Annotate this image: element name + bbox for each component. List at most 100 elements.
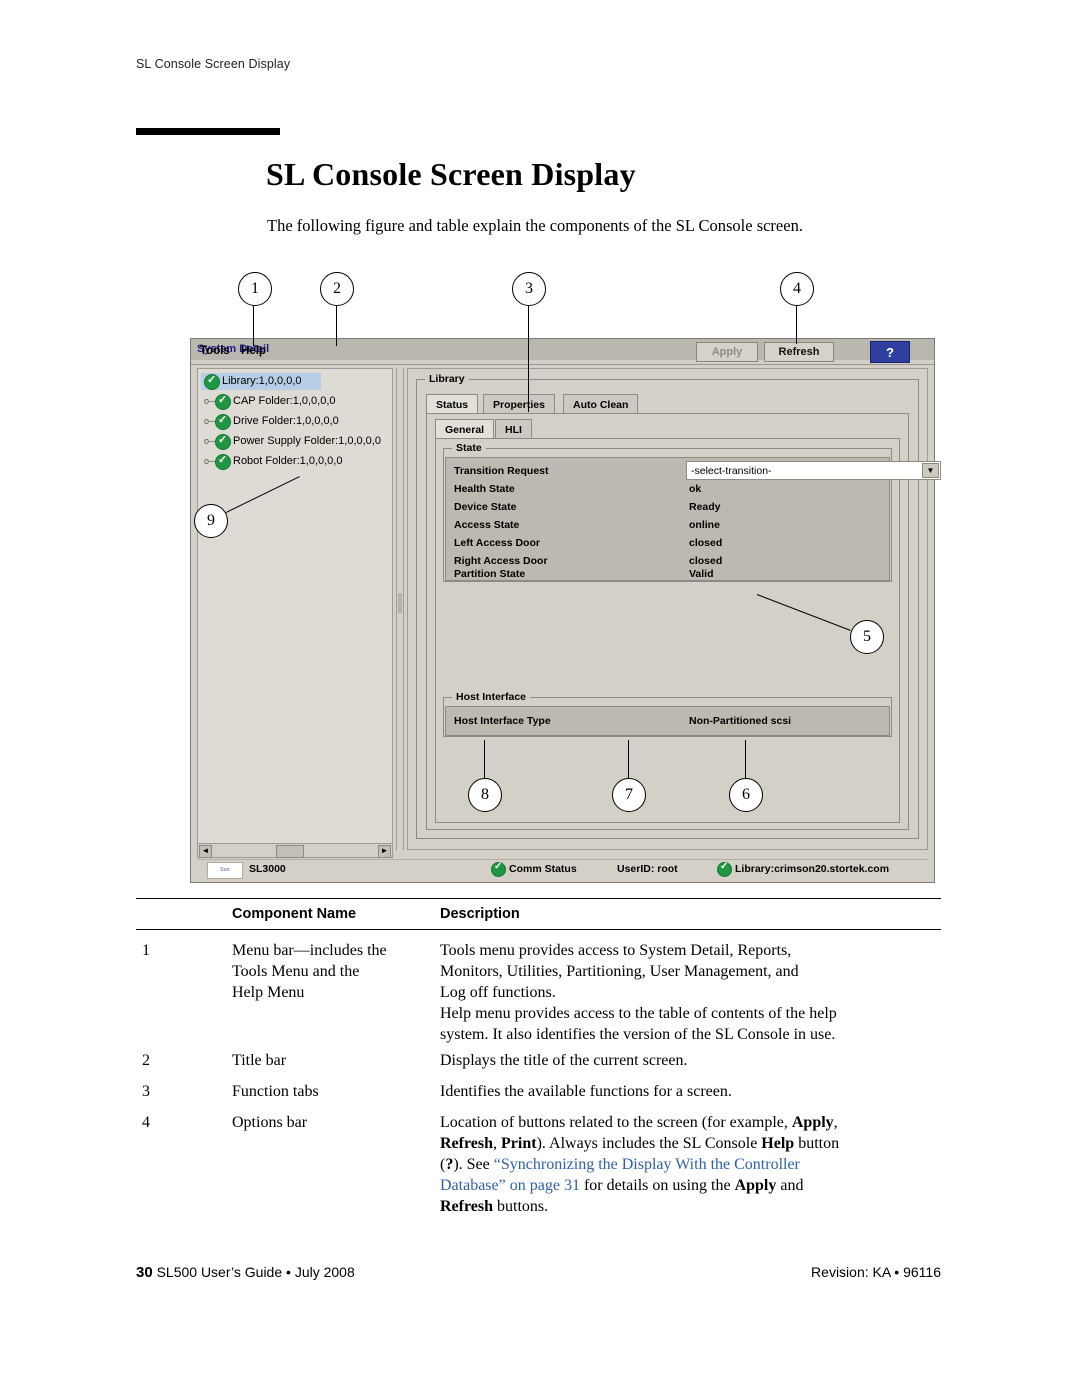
device-tree[interactable]: Library:1,0,0,0,0 o─ CAP Folder:1,0,0,0,… bbox=[197, 368, 393, 850]
state-group-title: State bbox=[452, 442, 486, 454]
callout-1-leader bbox=[253, 304, 255, 346]
sun-logo: Sun bbox=[207, 862, 243, 879]
callout-2-leader bbox=[336, 304, 338, 346]
table-row: 4 Options bar Location of buttons relate… bbox=[136, 1112, 941, 1222]
callout-7: 7 bbox=[612, 778, 646, 812]
row-number: 2 bbox=[142, 1052, 150, 1069]
library-label: Library:crimson20.stortek.com bbox=[735, 863, 890, 875]
value-left-access-door: closed bbox=[689, 537, 723, 549]
value-health-state: ok bbox=[689, 483, 702, 495]
value-right-access-door: closed bbox=[689, 555, 723, 567]
userid-label: UserID: root bbox=[617, 863, 678, 875]
r4-l4d: and bbox=[776, 1177, 804, 1194]
callout-9: 9 bbox=[194, 504, 228, 538]
label-transition-request: Transition Request bbox=[454, 465, 549, 477]
value-host-interface-type: Non-Partitioned scsi bbox=[689, 715, 792, 727]
callout-4-leader bbox=[796, 304, 798, 344]
table-row: 1 Menu bar—includes the Tools Menu and t… bbox=[136, 930, 941, 1050]
comm-status-ok-icon bbox=[491, 861, 506, 877]
value-access-state: online bbox=[689, 519, 720, 531]
tab-status[interactable]: Status bbox=[426, 394, 479, 414]
row-description: Tools menu provides access to System Det… bbox=[440, 942, 837, 1043]
page: SL Console Screen Display SL Console Scr… bbox=[0, 0, 1080, 1397]
tab-auto-clean[interactable]: Auto Clean bbox=[563, 394, 639, 414]
r4-print: Print bbox=[501, 1135, 537, 1152]
table-header-row: Component Name Description bbox=[136, 899, 941, 929]
cross-ref-link[interactable]: “Synchronizing the Display With the Cont… bbox=[494, 1156, 800, 1173]
chevron-down-icon[interactable]: ▼ bbox=[922, 463, 939, 478]
label-access-state: Access State bbox=[454, 519, 520, 531]
row-component-name: Menu bar—includes the Tools Menu and the… bbox=[232, 942, 387, 1001]
component-table: Component Name Description 1 Menu bar—in… bbox=[136, 898, 941, 1222]
menu-help[interactable]: Help bbox=[241, 345, 266, 357]
r4-apply-2: Apply bbox=[734, 1177, 777, 1194]
expand-handle-icon[interactable]: o─ bbox=[204, 397, 215, 406]
status-ok-icon bbox=[215, 433, 231, 450]
status-ok-icon bbox=[215, 453, 231, 470]
page-title: SL Console Screen Display bbox=[266, 156, 636, 192]
expand-handle-icon[interactable]: o─ bbox=[204, 457, 215, 466]
footer-doc-title: SL500 User’s Guide • July 2008 bbox=[156, 1264, 355, 1280]
callout-4: 4 bbox=[780, 272, 814, 306]
value-partition-state: Valid bbox=[689, 568, 714, 580]
callout-6: 6 bbox=[729, 778, 763, 812]
r4-l2b: , bbox=[493, 1135, 502, 1152]
tab-hli[interactable]: HLI bbox=[495, 419, 532, 439]
refresh-button[interactable]: Refresh bbox=[764, 342, 834, 362]
row-component-name: Function tabs bbox=[232, 1083, 319, 1100]
transition-request-select[interactable]: -select-transition- ▼ bbox=[686, 461, 941, 480]
title-rule bbox=[136, 128, 280, 135]
callout-2: 2 bbox=[320, 272, 354, 306]
r4-help: Help bbox=[761, 1135, 795, 1152]
label-health-state: Health State bbox=[454, 483, 515, 495]
callout-3-leader bbox=[528, 304, 530, 412]
label-right-access-door: Right Access Door bbox=[454, 555, 548, 567]
label-device-state: Device State bbox=[454, 501, 517, 513]
scroll-left-icon[interactable]: ◄ bbox=[199, 845, 212, 858]
menu-tools[interactable]: Tools bbox=[200, 345, 230, 357]
r4-l1c: , bbox=[833, 1114, 838, 1131]
status-bar: Sun SL3000 Comm Status UserID: root Libr… bbox=[197, 859, 928, 879]
th-component-name: Component Name bbox=[232, 906, 357, 922]
tree-horizontal-scrollbar[interactable]: ◄ ► bbox=[197, 843, 393, 858]
tab-properties[interactable]: Properties bbox=[483, 394, 555, 414]
tree-item-library[interactable]: Library:1,0,0,0,0 bbox=[201, 373, 321, 390]
label-host-interface-type: Host Interface Type bbox=[454, 715, 551, 727]
transition-request-value: -select-transition- bbox=[691, 465, 772, 477]
r4-l3c: ). See bbox=[453, 1156, 494, 1173]
row-description: Displays the title of the current screen… bbox=[440, 1052, 688, 1069]
device-name: SL3000 bbox=[249, 863, 286, 875]
library-group-title: Library bbox=[425, 373, 469, 385]
host-interface-group-title: Host Interface bbox=[452, 691, 531, 703]
th-description: Description bbox=[440, 906, 520, 922]
callout-3: 3 bbox=[512, 272, 546, 306]
split-pane-divider[interactable] bbox=[396, 368, 404, 850]
r4-l2d: ). Always includes the SL Console bbox=[536, 1135, 762, 1152]
callout-5: 5 bbox=[850, 620, 884, 654]
expand-handle-icon[interactable]: o─ bbox=[204, 417, 215, 426]
scroll-right-icon[interactable]: ► bbox=[378, 845, 391, 858]
cross-ref-link-cont[interactable]: Database” on page 31 bbox=[440, 1177, 580, 1194]
help-button[interactable]: ? bbox=[870, 341, 910, 363]
general-tab-pane: State Transition Request -select-transit… bbox=[435, 438, 941, 823]
menu-bar: Tools Help System Detail Apply Refresh ? bbox=[191, 339, 934, 365]
status-ok-icon bbox=[215, 393, 231, 410]
expand-handle-icon[interactable]: o─ bbox=[204, 437, 215, 446]
scroll-thumb[interactable] bbox=[276, 845, 304, 858]
tab-general[interactable]: General bbox=[435, 419, 495, 439]
library-status-ok-icon bbox=[717, 861, 732, 877]
comm-status-label: Comm Status bbox=[509, 863, 577, 875]
footer-right: Revision: KA • 96116 bbox=[811, 1264, 941, 1280]
apply-button[interactable]: Apply bbox=[696, 342, 758, 362]
value-device-state: Ready bbox=[689, 501, 721, 513]
sl-console-screenshot: Tools Help System Detail Apply Refresh ?… bbox=[190, 338, 941, 883]
library-group: Library Status Properties Auto Clean Gen… bbox=[416, 373, 941, 839]
table-row: 2 Title bar Displays the title of the cu… bbox=[136, 1050, 941, 1081]
state-table: Transition Request -select-transition- ▼… bbox=[445, 457, 941, 581]
label-partition-state: Partition State bbox=[454, 568, 526, 580]
intro-paragraph: The following figure and table explain t… bbox=[267, 216, 803, 235]
page-number: 30 bbox=[136, 1264, 153, 1281]
row-component-name: Title bar bbox=[232, 1052, 287, 1069]
row-number: 1 bbox=[142, 942, 150, 959]
row-number: 3 bbox=[142, 1083, 150, 1100]
